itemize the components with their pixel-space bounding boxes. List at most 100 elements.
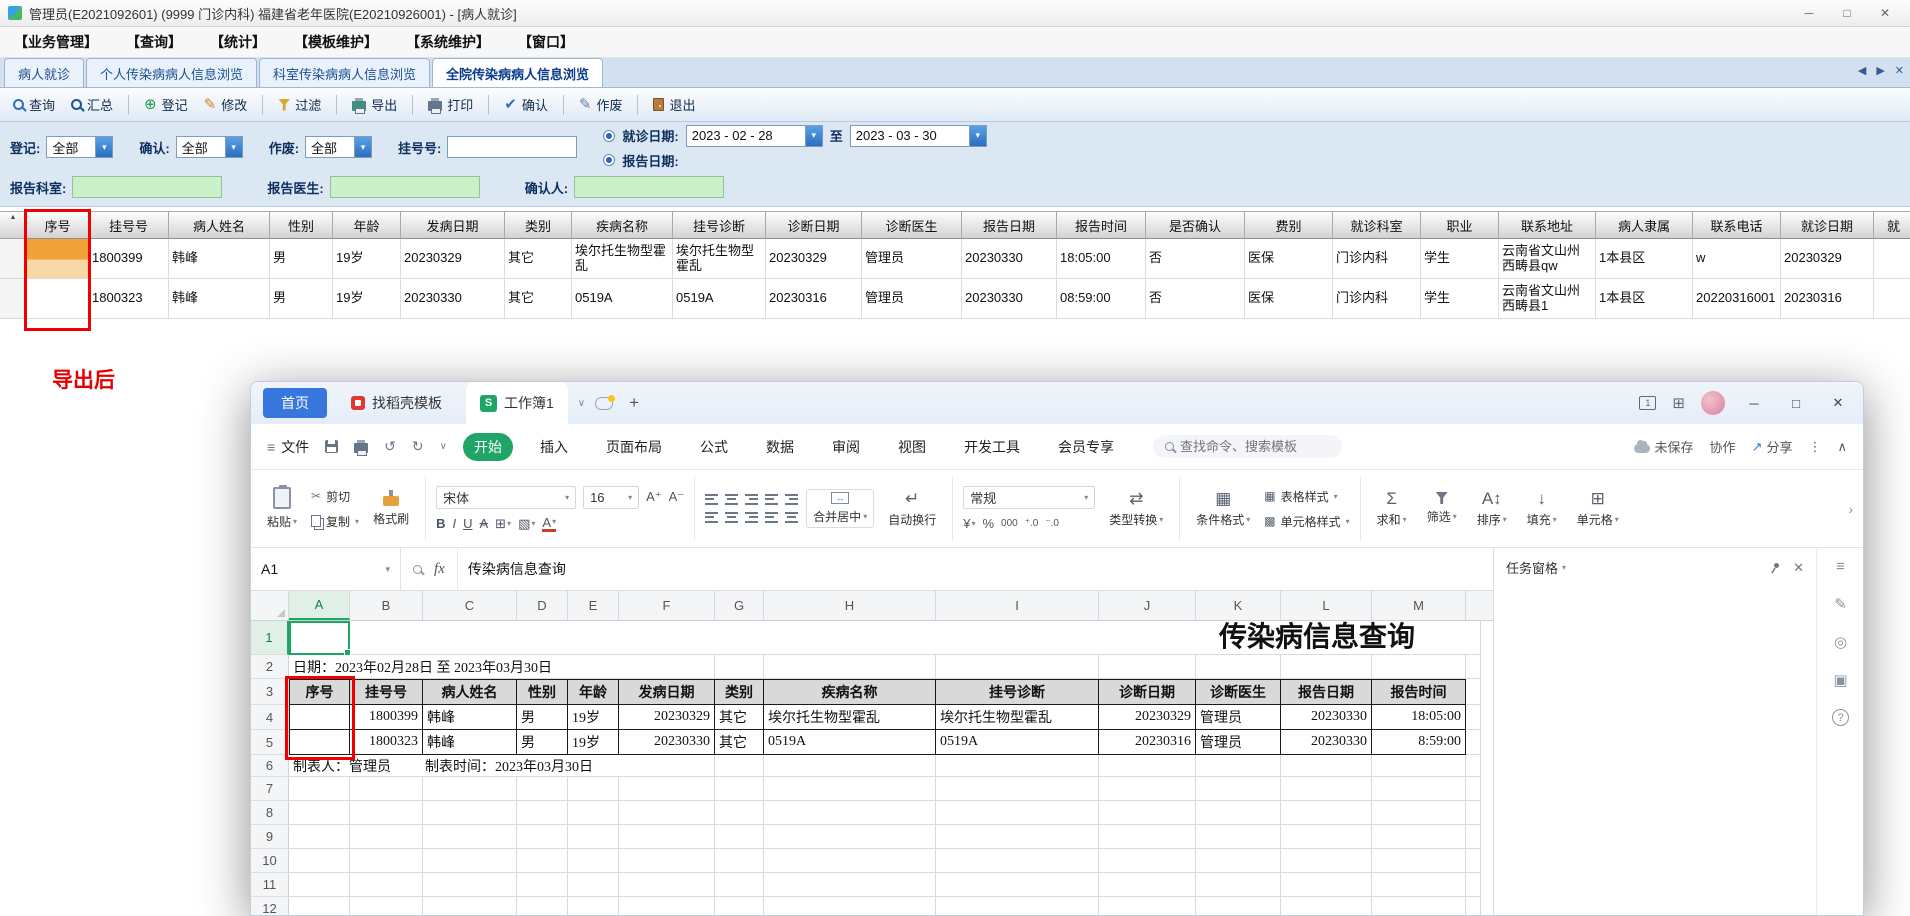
sheet-cell[interactable] (1196, 873, 1281, 897)
tab-list-dropdown[interactable]: ∨ (578, 398, 585, 409)
wrap-text-button[interactable]: ↵ 自动换行 (882, 488, 942, 530)
column-header[interactable]: C (423, 591, 517, 620)
report-dept-input[interactable] (72, 176, 223, 198)
sheet-cell[interactable] (715, 801, 764, 825)
row-header[interactable]: 5 (251, 730, 289, 755)
sheet-cell[interactable]: 管理员 (1196, 730, 1281, 755)
tab-personal-infection[interactable]: 个人传染病病人信息浏览 (86, 58, 258, 87)
column-header[interactable]: 类别 (505, 211, 572, 239)
ribbon-tab-insert[interactable]: 插入 (529, 433, 579, 461)
sheet-cell[interactable] (1196, 801, 1281, 825)
sheet-cell[interactable] (423, 825, 517, 849)
message-icon[interactable] (595, 394, 616, 410)
format-painter-button[interactable]: 格式刷 (367, 488, 415, 529)
sheet-cell[interactable] (517, 801, 568, 825)
sheet-cell[interactable]: 韩峰 (423, 730, 517, 755)
sheet-cell[interactable] (764, 801, 936, 825)
sheet-cell[interactable] (1372, 801, 1466, 825)
sheet-cell[interactable] (517, 849, 568, 873)
distribute-icon[interactable] (785, 512, 799, 523)
font-color-button[interactable]: A ▾ (542, 516, 557, 532)
column-header[interactable]: 病人隶属 (1596, 211, 1693, 239)
sheet-cell[interactable]: 管理员 (1196, 705, 1281, 730)
sheet-cell[interactable] (715, 873, 764, 897)
sheet-cell[interactable] (1099, 801, 1196, 825)
sheet-cell[interactable] (936, 897, 1099, 915)
file-menu-button[interactable]: ≡ 文件 (267, 437, 309, 457)
sheet-cell[interactable] (1281, 873, 1372, 897)
column-header[interactable]: L (1281, 591, 1372, 620)
sheet-cell[interactable] (936, 801, 1099, 825)
ribbon-tab-review[interactable]: 审阅 (821, 433, 871, 461)
void-button[interactable]: ✎ 作废 (574, 92, 628, 117)
sheet-cell[interactable] (350, 825, 423, 849)
share-button[interactable]: ↗ 分享 (1752, 437, 1793, 456)
sheet-cell[interactable] (1372, 897, 1466, 915)
table-row[interactable]: 1800399 韩峰 男 19岁 20230329 其它 埃尔托生物型霍乱 埃尔… (0, 239, 1910, 279)
sheet-cell[interactable] (764, 755, 936, 777)
sheet-cell[interactable]: 20230329 (619, 705, 715, 730)
sheet-cell[interactable]: 报告时间 (1372, 679, 1466, 705)
collapse-ribbon-button[interactable]: ∧ (1837, 439, 1847, 455)
sheet-cell[interactable] (1281, 777, 1372, 801)
sheet-cell[interactable]: 类别 (715, 679, 764, 705)
cells-button[interactable]: ⊞ 单元格 ▾ (1571, 488, 1625, 530)
sheet-cell[interactable] (1099, 897, 1196, 915)
column-header[interactable]: G (715, 591, 764, 620)
wps-maximize-button[interactable]: □ (1783, 396, 1809, 411)
sheet-cell[interactable] (350, 897, 423, 915)
register-button[interactable]: ⊕ 登记 (139, 92, 193, 117)
column-header[interactable]: F (619, 591, 715, 620)
sheet-cell[interactable]: 性别 (517, 679, 568, 705)
row-header[interactable]: 12 (251, 897, 289, 915)
modify-button[interactable]: ✎ 修改 (199, 92, 253, 117)
undo-icon[interactable]: ↺ (384, 438, 396, 455)
search-input[interactable] (1179, 439, 1330, 454)
column-header[interactable]: 职业 (1421, 211, 1499, 239)
column-header[interactable]: K (1196, 591, 1281, 620)
column-header[interactable]: 就 (1874, 211, 1910, 239)
wps-close-button[interactable]: ✕ (1825, 395, 1851, 411)
sheet-cell[interactable] (1281, 655, 1372, 679)
sheet-cell[interactable] (619, 897, 715, 915)
sheet-cell[interactable] (1466, 825, 1481, 849)
column-header[interactable]: 病人姓名 (169, 211, 270, 239)
sheet-cell[interactable]: 20230330 (619, 730, 715, 755)
sheet-cell[interactable] (1099, 873, 1196, 897)
sheet-cell[interactable] (1466, 730, 1481, 755)
home-button[interactable]: 首页 (263, 388, 327, 418)
filter-button-wps[interactable]: 筛选 ▾ (1421, 490, 1463, 527)
sheet-cell[interactable] (1196, 655, 1281, 679)
sheet-cell[interactable] (1466, 755, 1481, 777)
increase-decimal-button[interactable]: ⁺.0 (1025, 518, 1039, 529)
export-button[interactable]: 导出 (347, 92, 402, 117)
sheet-cell[interactable] (517, 897, 568, 915)
row-header[interactable]: 8 (251, 801, 289, 825)
sheet-body[interactable]: 1 2 日期：2023年02月28日 至 2023年03月30日 3 序号 挂号… (251, 621, 1493, 915)
sheet-cell[interactable] (568, 801, 619, 825)
sheet-cell[interactable] (936, 755, 1099, 777)
sheet-cell[interactable] (568, 849, 619, 873)
regno-input[interactable] (447, 136, 578, 158)
menu-query[interactable]: 【查询】 (126, 32, 182, 52)
sheet-cell[interactable] (764, 825, 936, 849)
sheet-cell[interactable]: 其它 (715, 730, 764, 755)
print-button[interactable]: 打印 (423, 92, 478, 117)
sheet-cell[interactable]: 埃尔托生物型霍乱 (764, 705, 936, 730)
number-format-select[interactable]: 常规 ▾ (963, 486, 1096, 509)
sheet-cell[interactable] (289, 825, 350, 849)
column-header[interactable]: 是否确认 (1146, 211, 1245, 239)
column-header[interactable]: B (350, 591, 423, 620)
sheet-cell[interactable] (568, 897, 619, 915)
sheet-cell[interactable] (517, 825, 568, 849)
sheet-cell[interactable] (568, 873, 619, 897)
sheet-cell[interactable]: 1800399 (350, 705, 423, 730)
column-header[interactable]: 诊断日期 (766, 211, 862, 239)
sheet-cell[interactable] (764, 849, 936, 873)
sheet-cell[interactable] (423, 873, 517, 897)
sheet-cell[interactable] (715, 777, 764, 801)
sheet-cell[interactable]: 报告日期 (1281, 679, 1372, 705)
row-header[interactable]: 7 (251, 777, 289, 801)
sheet-cell[interactable]: 年龄 (568, 679, 619, 705)
sheet-cell[interactable]: 挂号号 (350, 679, 423, 705)
